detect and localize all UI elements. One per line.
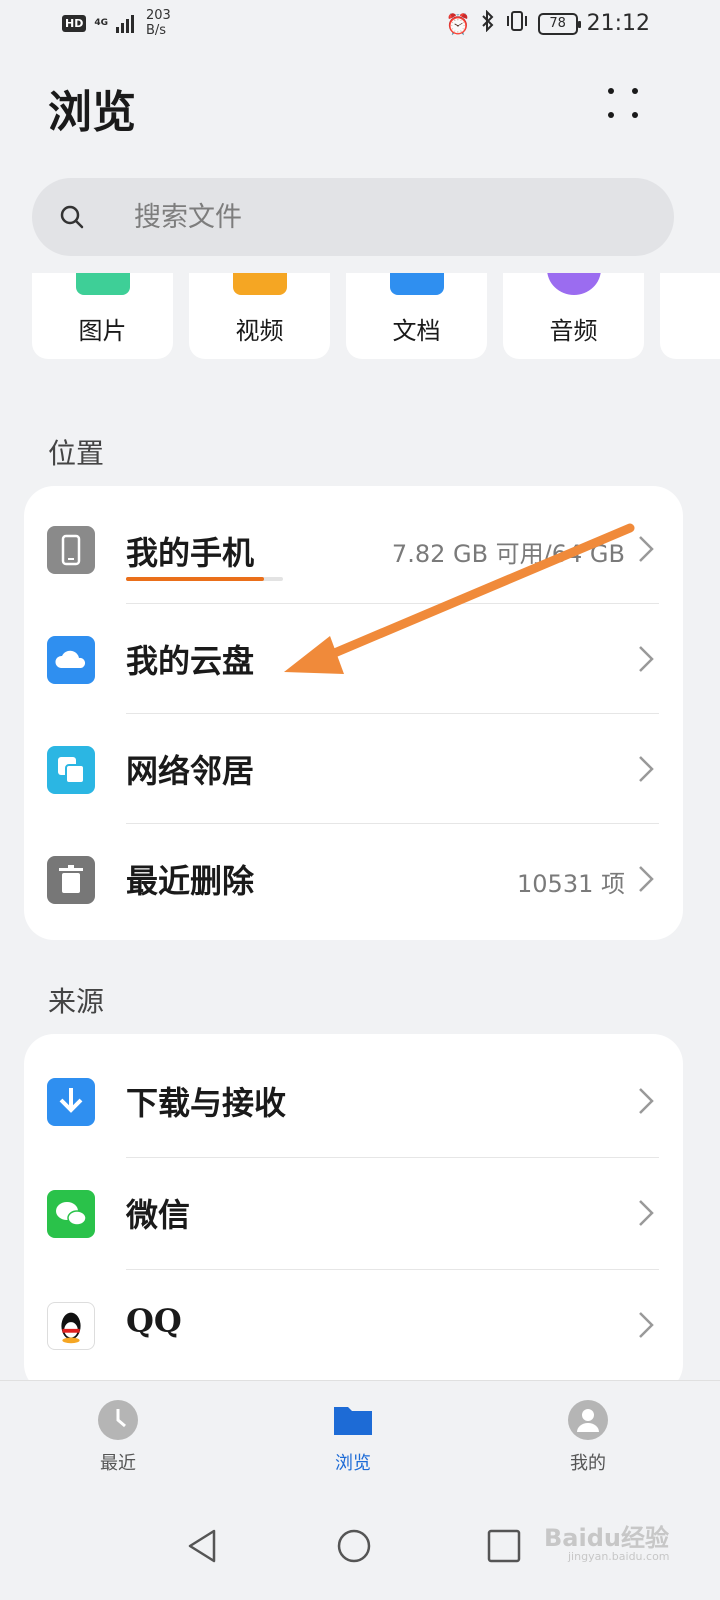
search-bar[interactable] <box>32 178 674 256</box>
row-label: QQ <box>126 1302 182 1340</box>
nav-label: 浏览 <box>335 1453 371 1474</box>
storage-progress-fill <box>126 577 265 581</box>
search-input[interactable] <box>134 198 614 236</box>
row-label: 我的手机 <box>126 534 255 572</box>
location-card: 我的手机 7.82 GB 可用/64 GB 我的云盘 网络邻居 最近删除 105… <box>24 486 683 940</box>
network-speed: 203 B/s <box>146 8 171 38</box>
page-title: 浏览 <box>48 87 136 138</box>
category-label: 文档 <box>392 317 441 345</box>
category-more[interactable] <box>660 273 720 359</box>
speed-value: 203 <box>146 8 171 23</box>
cloud-icon <box>47 636 95 684</box>
recents-icon[interactable] <box>484 1526 524 1566</box>
search-icon <box>60 205 84 229</box>
status-bar: HD 4G 203 B/s ⏰ 78 21:12 <box>0 0 720 48</box>
row-label: 我的云盘 <box>126 642 255 680</box>
audio-category-icon <box>547 273 601 295</box>
category-documents[interactable]: 文档 <box>346 273 487 359</box>
bluetooth-icon <box>480 9 496 37</box>
signal-icon <box>116 13 134 33</box>
category-label: 音频 <box>549 317 598 345</box>
chevron-right-icon <box>639 756 654 782</box>
image-category-icon <box>76 273 130 295</box>
nav-label: 我的 <box>570 1453 606 1474</box>
source-item-wechat[interactable]: 微信 <box>24 1158 683 1270</box>
phone-icon <box>47 526 95 574</box>
location-item-network[interactable]: 网络邻居 <box>24 714 683 824</box>
category-strip[interactable]: 图片 视频 文档 音频 <box>0 273 720 363</box>
back-icon[interactable] <box>184 1526 224 1566</box>
folder-icon <box>334 1407 372 1435</box>
section-title-sources: 来源 <box>48 985 105 1018</box>
location-item-recently-deleted[interactable]: 最近删除 10531 项 <box>24 824 683 934</box>
network-icon <box>47 746 95 794</box>
category-images[interactable]: 图片 <box>32 273 173 359</box>
user-icon <box>568 1400 608 1440</box>
nav-tab-browse[interactable]: 浏览 <box>293 1399 413 1475</box>
row-label: 网络邻居 <box>126 752 255 790</box>
home-icon[interactable] <box>334 1526 374 1566</box>
vibrate-icon <box>505 10 529 37</box>
chevron-right-icon <box>639 866 654 892</box>
video-category-icon <box>233 273 287 295</box>
alarm-icon: ⏰ <box>445 11 471 36</box>
watermark-url: jingyan.baidu.com <box>568 1550 670 1563</box>
row-meta: 10531 项 <box>517 870 625 898</box>
storage-progress-bar <box>126 577 283 581</box>
status-left: HD 4G 203 B/s <box>62 8 171 38</box>
location-item-my-phone[interactable]: 我的手机 7.82 GB 可用/64 GB <box>24 494 683 604</box>
more-options-icon[interactable] <box>600 82 646 128</box>
chevron-right-icon <box>639 1200 654 1226</box>
row-label: 微信 <box>126 1196 191 1234</box>
row-label: 最近删除 <box>126 862 255 900</box>
chevron-right-icon <box>639 1312 654 1338</box>
source-item-downloads[interactable]: 下载与接收 <box>24 1046 683 1158</box>
wechat-icon <box>47 1190 95 1238</box>
category-videos[interactable]: 视频 <box>189 273 330 359</box>
speed-unit: B/s <box>146 23 167 38</box>
sources-card: 下载与接收 微信 QQ <box>24 1034 683 1394</box>
row-meta: 7.82 GB 可用/64 GB <box>391 540 625 568</box>
location-item-cloud[interactable]: 我的云盘 <box>24 604 683 714</box>
chevron-right-icon <box>639 536 654 562</box>
watermark-logo: Baidu经验 <box>544 1524 669 1552</box>
category-label: 视频 <box>235 317 284 345</box>
hd-badge: HD <box>62 14 87 32</box>
clock-time: 21:12 <box>586 11 650 36</box>
trash-icon <box>47 856 95 904</box>
clock-icon <box>98 1400 138 1440</box>
nav-label: 最近 <box>100 1453 136 1474</box>
nav-tab-mine[interactable]: 我的 <box>528 1399 648 1475</box>
status-right: ⏰ 78 21:12 <box>445 9 650 37</box>
download-icon <box>47 1078 95 1126</box>
category-audio[interactable]: 音频 <box>503 273 644 359</box>
chevron-right-icon <box>639 1088 654 1114</box>
category-label: 图片 <box>78 317 127 345</box>
source-item-qq[interactable]: QQ <box>24 1270 683 1382</box>
network-type: 4G <box>94 17 108 28</box>
battery-icon: 78 <box>537 12 581 35</box>
section-title-location: 位置 <box>48 437 105 470</box>
row-label: 下载与接收 <box>126 1084 287 1122</box>
nav-tab-recent[interactable]: 最近 <box>58 1399 178 1475</box>
chevron-right-icon <box>639 646 654 672</box>
bottom-navigation: 最近 浏览 我的 <box>0 1380 720 1500</box>
qq-icon <box>47 1302 95 1350</box>
document-category-icon <box>390 273 444 295</box>
